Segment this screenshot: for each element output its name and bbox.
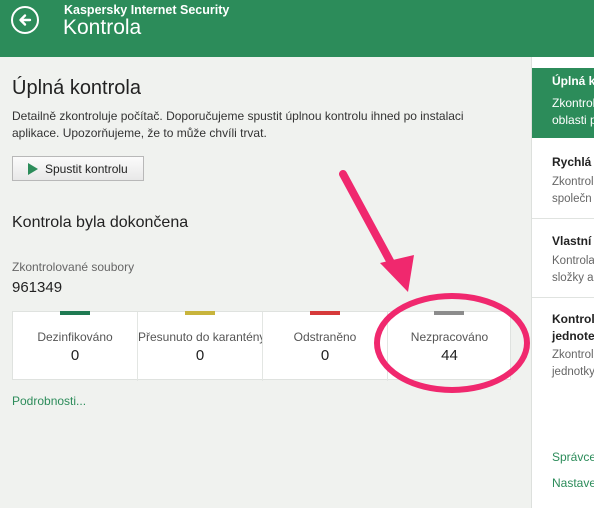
sidebar-link-manager[interactable]: Správce	[552, 450, 594, 464]
sidebar-item-full-scan[interactable]: Úplná k Zkontrol oblasti p	[532, 68, 594, 138]
sidebar-item-title: Kontrola jednote	[552, 312, 594, 343]
play-icon	[28, 163, 38, 175]
details-link[interactable]: Podrobnosti...	[12, 394, 86, 408]
sidebar-link-settings[interactable]: Nastave	[552, 476, 594, 490]
arrow-left-icon	[19, 14, 32, 26]
app-header: Kaspersky Internet Security Kontrola	[0, 0, 594, 57]
stat-deleted: Odstraněno 0	[263, 311, 387, 381]
stat-value: 0	[70, 347, 80, 364]
stat-quarantined: Přesunuto do karantény 0	[138, 311, 262, 381]
scanned-files-value: 961349	[12, 279, 63, 296]
back-button[interactable]	[11, 6, 39, 34]
stat-color-bar	[60, 311, 90, 315]
divider	[532, 218, 594, 219]
scan-types-sidebar: Úplná k Zkontrol oblasti p Rychlá k Zkon…	[531, 57, 594, 508]
stat-value: 0	[320, 347, 330, 364]
scan-results-panel: Dezinfikováno 0 Přesunuto do karantény 0…	[12, 311, 511, 381]
stat-unprocessed[interactable]: Nezpracováno 44	[388, 311, 511, 381]
sidebar-item-desc: Zkontrol oblasti p	[552, 96, 594, 127]
page-title: Kontrola	[63, 16, 142, 39]
stat-disinfected: Dezinfikováno 0	[13, 311, 137, 381]
sidebar-item-desc: Zkontrol společn	[552, 176, 594, 205]
stat-label: Dezinfikováno	[37, 330, 113, 344]
divider	[532, 297, 594, 298]
sidebar-item-title: Vlastní k	[552, 234, 594, 248]
scan-heading: Úplná kontrola	[12, 77, 141, 99]
start-scan-button[interactable]: Spustit kontrolu	[12, 156, 144, 181]
stat-value: 44	[441, 347, 458, 364]
sidebar-item-desc: Zkontrol jednotky	[552, 349, 594, 378]
app-name: Kaspersky Internet Security	[64, 3, 230, 17]
stat-color-bar	[310, 311, 340, 315]
scan-description: Detailně zkontroluje počítač. Doporučuje…	[12, 109, 464, 140]
main-content: Úplná kontrola Detailně zkontroluje počí…	[0, 57, 531, 508]
stat-color-bar	[185, 311, 215, 315]
stat-label: Nezpracováno	[410, 330, 489, 344]
scanned-files-label: Zkontrolované soubory	[12, 260, 135, 274]
sidebar-item-desc: Kontrola složky a	[552, 255, 594, 284]
stat-color-bar	[434, 311, 464, 315]
start-scan-label: Spustit kontrolu	[45, 162, 128, 176]
stat-label: Přesunuto do karantény	[138, 330, 262, 344]
scan-status-heading: Kontrola byla dokončena	[12, 214, 189, 231]
sidebar-item-title: Rychlá k	[552, 155, 594, 169]
sidebar-item-title: Úplná k	[552, 74, 594, 88]
stat-value: 0	[195, 347, 205, 364]
stat-label: Odstraněno	[293, 330, 357, 344]
